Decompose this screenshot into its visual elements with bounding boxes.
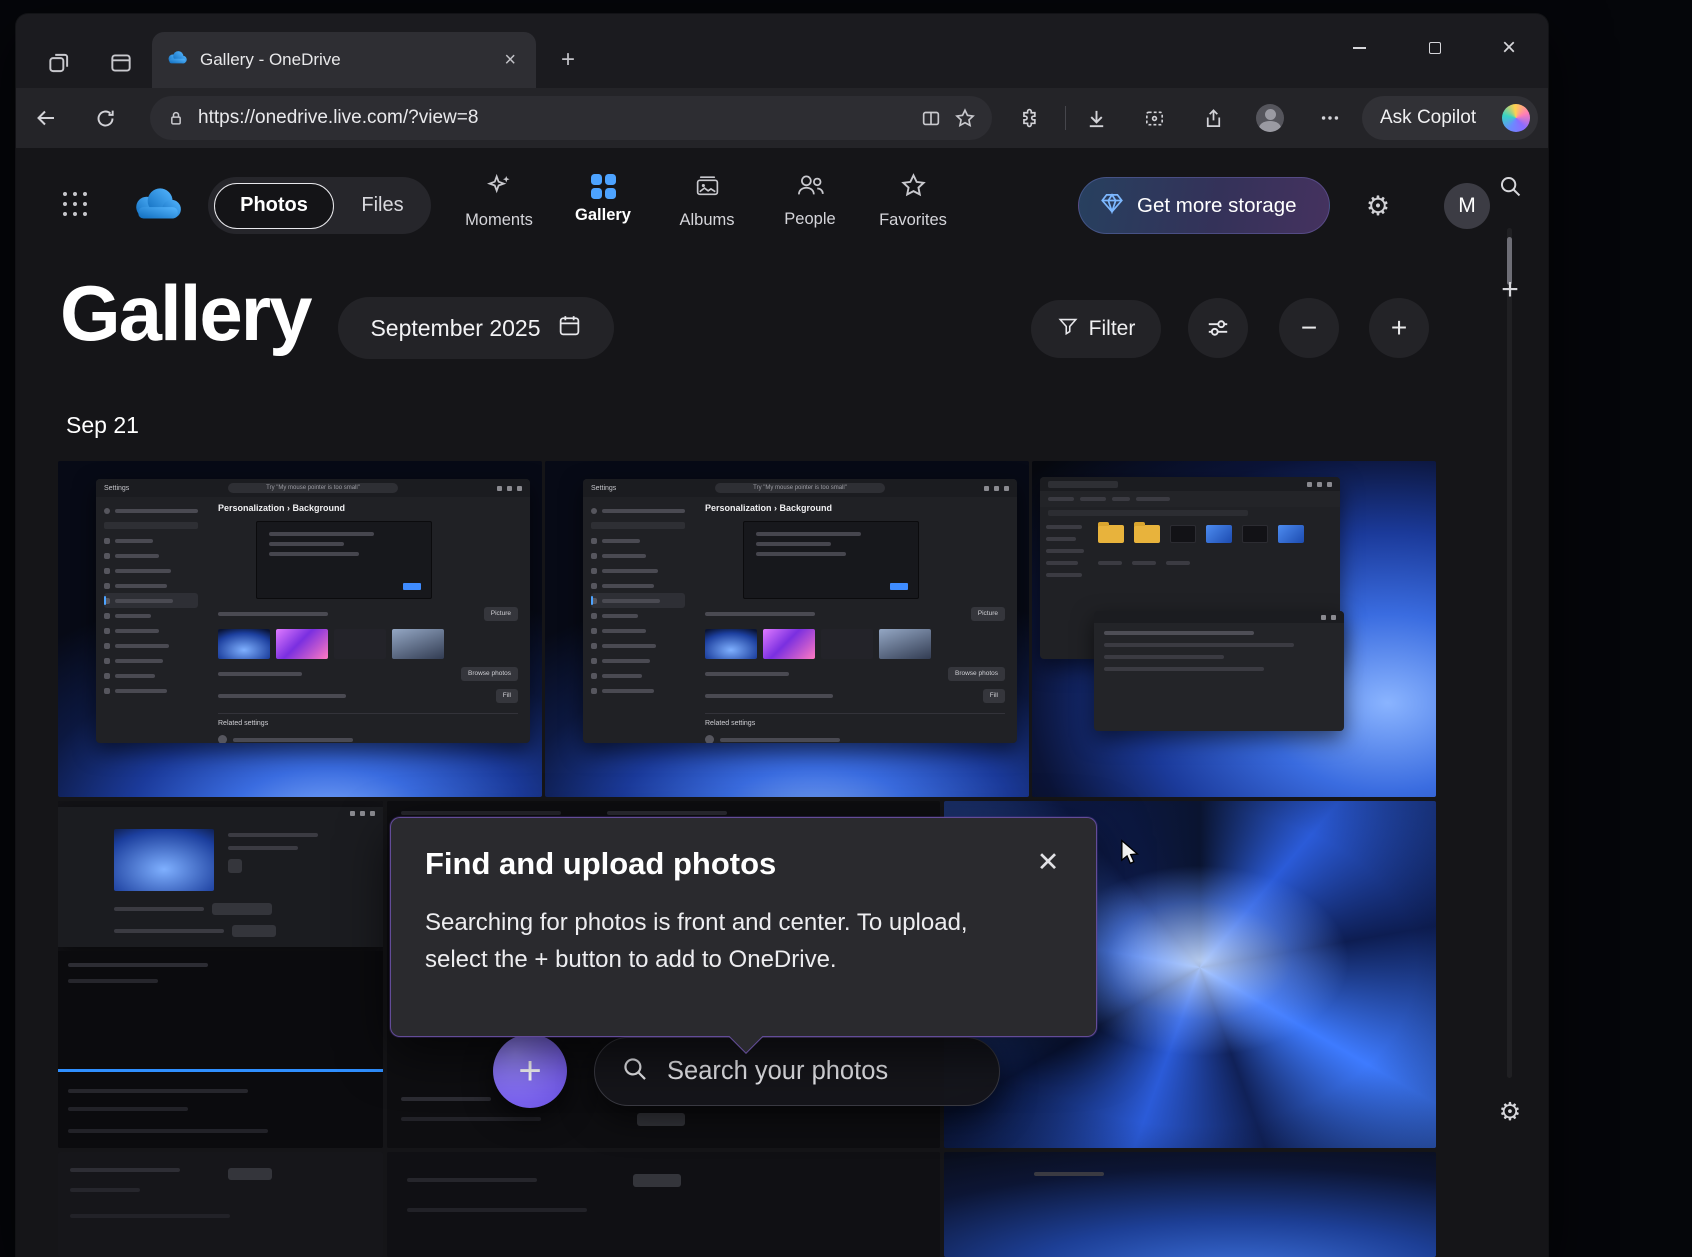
new-tab-button[interactable]: + <box>552 44 584 76</box>
get-more-storage-button[interactable]: Get more storage <box>1078 177 1330 234</box>
nav-label: Gallery <box>575 206 631 225</box>
search-input[interactable] <box>665 1056 1001 1087</box>
zoom-out-button[interactable]: − <box>1279 298 1339 358</box>
rail-add-icon[interactable]: + <box>1492 272 1528 308</box>
gallery-squares-icon <box>591 174 616 199</box>
date-group-label: Sep 21 <box>66 412 139 439</box>
toggle-photos-button[interactable]: Photos <box>214 183 334 229</box>
photo-partial-row3-2[interactable] <box>387 1152 940 1257</box>
toggle-files-button[interactable]: Files <box>334 194 431 217</box>
photo-file-explorer-screenshot[interactable] <box>1032 461 1436 797</box>
photo-partial-row3-1[interactable] <box>58 1152 383 1257</box>
moments-sparkle-icon <box>486 172 513 204</box>
photo-editor-screenshot[interactable] <box>58 801 383 1148</box>
nav-item-albums[interactable]: Albums <box>659 172 755 244</box>
site-security-lock-icon[interactable] <box>166 108 186 128</box>
tab-title: Gallery - OneDrive <box>200 50 486 70</box>
filter-button[interactable]: Filter <box>1031 300 1161 358</box>
nav-item-people[interactable]: People <box>762 172 858 244</box>
copilot-icon <box>1502 104 1530 132</box>
date-filter-label: September 2025 <box>370 315 540 342</box>
onedrive-favicon <box>166 50 188 70</box>
scrollbar-track[interactable] <box>1507 228 1512 1078</box>
url-text: https://onedrive.live.com/?view=8 <box>198 107 908 129</box>
favorites-star-icon <box>900 172 927 204</box>
add-photos-button[interactable]: + <box>493 1034 567 1108</box>
favorite-star-icon[interactable] <box>954 107 976 129</box>
onedrive-page: Photos Files Moments Gallery <box>16 148 1548 1257</box>
window-maximize-button[interactable] <box>1414 30 1456 66</box>
back-button[interactable] <box>28 100 64 136</box>
photo-settings-screenshot-2[interactable]: Settings Try "My mouse pointer is too sm… <box>545 461 1029 797</box>
tooltip-body: Searching for photos is front and center… <box>425 904 1025 978</box>
settings-gear-icon[interactable]: ⚙ <box>1361 189 1395 223</box>
refresh-button[interactable] <box>87 100 123 136</box>
nav-label: Moments <box>465 211 533 230</box>
workspaces-icon[interactable] <box>46 50 72 76</box>
filter-funnel-icon <box>1057 315 1079 343</box>
extensions-icon[interactable] <box>1011 100 1047 136</box>
filter-label: Filter <box>1089 317 1136 341</box>
window-close-button[interactable]: × <box>1488 30 1530 66</box>
tooltip-title: Find and upload photos <box>425 846 1062 882</box>
photo-settings-screenshot-1[interactable]: Settings Try "My mouse pointer is too sm… <box>58 461 542 797</box>
tooltip-close-icon[interactable]: ✕ <box>1030 844 1066 880</box>
browser-tab[interactable]: Gallery - OneDrive × <box>152 32 536 88</box>
diamond-icon <box>1099 190 1125 221</box>
split-screen-icon[interactable] <box>920 107 942 129</box>
window-minimize-button[interactable] <box>1338 30 1380 66</box>
page-search-icon[interactable] <box>1492 168 1528 204</box>
rail-settings-gear-icon[interactable]: ⚙ <box>1492 1094 1528 1130</box>
photo-partial-row3-3[interactable] <box>944 1152 1436 1257</box>
toolbar-divider <box>1065 106 1066 130</box>
share-icon[interactable] <box>1195 100 1231 136</box>
mouse-cursor-icon <box>1120 839 1140 870</box>
profile-avatar[interactable] <box>1252 100 1288 136</box>
onedrive-logo[interactable] <box>130 186 184 227</box>
onboarding-tooltip: Find and upload photos Searching for pho… <box>390 817 1097 1037</box>
nav-label: Albums <box>679 211 734 230</box>
calendar-icon <box>557 313 582 344</box>
address-bar[interactable]: https://onedrive.live.com/?view=8 <box>150 96 992 140</box>
nav-label: Favorites <box>879 211 947 230</box>
nav-label: People <box>784 210 835 229</box>
storage-label: Get more storage <box>1137 194 1297 218</box>
web-capture-icon[interactable] <box>1136 100 1172 136</box>
tab-close-icon[interactable]: × <box>498 48 522 72</box>
nav-item-moments[interactable]: Moments <box>451 172 547 244</box>
people-icon <box>796 172 825 203</box>
photo-search-bar[interactable] <box>594 1037 1000 1106</box>
tab-strip: Gallery - OneDrive × + × <box>16 14 1548 88</box>
copilot-label: Ask Copilot <box>1380 107 1492 129</box>
adjust-settings-button[interactable] <box>1188 298 1248 358</box>
ask-copilot-button[interactable]: Ask Copilot <box>1362 96 1538 140</box>
page-title: Gallery <box>60 268 311 359</box>
account-avatar[interactable]: M <box>1444 183 1490 229</box>
browser-window: Gallery - OneDrive × + × https://onedriv… <box>16 14 1548 1257</box>
albums-icon <box>694 172 721 204</box>
search-icon <box>621 1055 649 1088</box>
more-options-icon[interactable] <box>1312 100 1348 136</box>
downloads-icon[interactable] <box>1078 100 1114 136</box>
nav-item-gallery[interactable]: Gallery <box>555 172 651 244</box>
date-filter-button[interactable]: September 2025 <box>338 297 614 359</box>
app-launcher-icon[interactable] <box>63 192 89 218</box>
photos-files-toggle: Photos Files <box>208 177 431 234</box>
tab-actions-icon[interactable] <box>108 50 134 76</box>
nav-item-favorites[interactable]: Favorites <box>865 172 961 244</box>
zoom-in-button[interactable]: + <box>1369 298 1429 358</box>
